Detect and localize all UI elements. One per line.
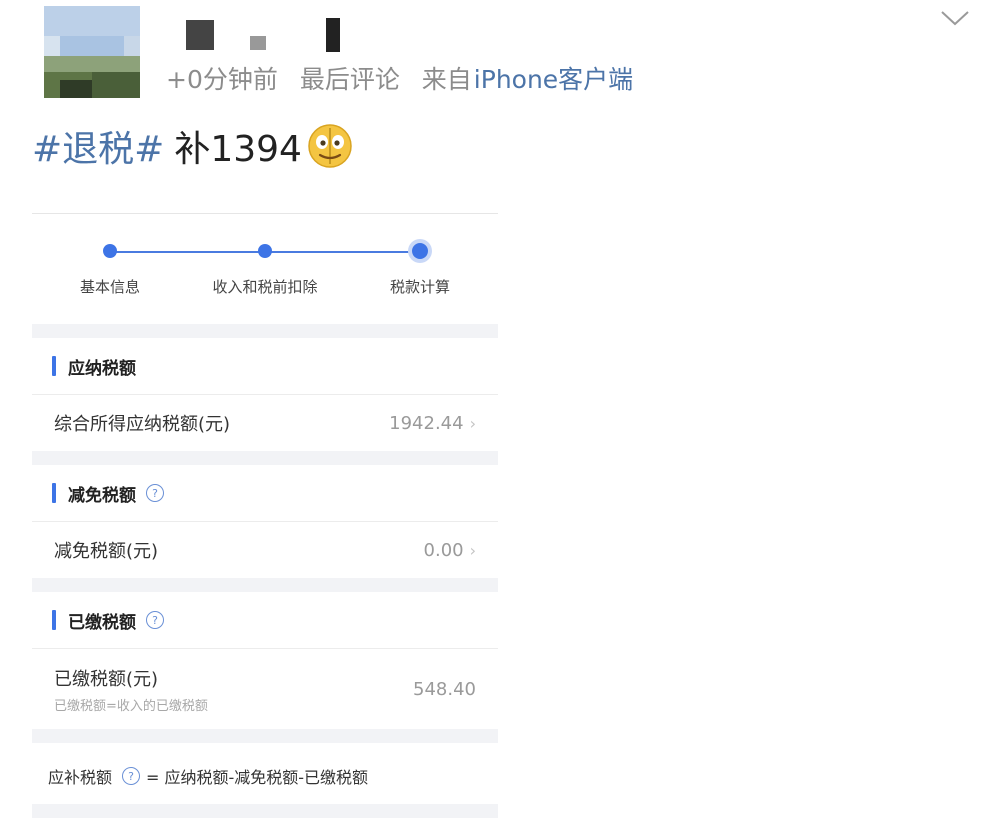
chevron-right-icon: ›: [469, 413, 476, 433]
post-edited: 最后评论: [299, 65, 400, 94]
reduction-amount: 0.00: [423, 539, 464, 561]
step-label-income: 收入和税前扣除: [212, 278, 318, 296]
post-time: +0分钟前: [166, 65, 278, 94]
avatar-field: [44, 56, 140, 72]
hashtag-link[interactable]: #退税#: [32, 120, 164, 172]
post-body: 补1394: [174, 129, 302, 170]
avatar-cloud-2: [124, 36, 140, 56]
name-block-2: [250, 36, 266, 50]
section-title-reduction: 减免税额 ?: [32, 465, 498, 521]
avatar-cloud: [44, 36, 60, 56]
step-dot-income[interactable]: [258, 244, 272, 258]
section-marker: [52, 356, 56, 376]
row-payable-tax[interactable]: 综合所得应纳税额(元) 1942.44 ›: [32, 395, 498, 451]
step-label-basic: 基本信息: [79, 278, 140, 296]
row-label: 减免税额(元): [54, 541, 159, 562]
section-title-paid: 已缴税额 ?: [32, 592, 498, 648]
section-title-text: 应纳税额: [68, 358, 136, 379]
chevron-down-icon[interactable]: [940, 8, 970, 28]
progress-steps: 基本信息 收入和税前扣除 税款计算: [32, 214, 498, 324]
row-paid: 已缴税额(元) 已缴税额=收入的已缴税额 548.40: [32, 649, 498, 729]
section-gap: [32, 578, 498, 592]
help-icon[interactable]: ?: [146, 611, 164, 629]
avatar-grass-2: [92, 72, 140, 98]
face-emoji-icon: [308, 124, 352, 168]
tax-app-screenshot: 基本信息 收入和税前扣除 税款计算 应纳税额 综合所得应纳税额(元) 1942.…: [32, 213, 498, 834]
section-gap: [32, 804, 498, 818]
avatar-sky-2: [60, 36, 124, 56]
source-prefix: 来自: [421, 65, 472, 94]
source-link[interactable]: iPhone客户端: [474, 65, 633, 94]
row-value: 548.40: [413, 679, 476, 700]
name-block-1: [186, 20, 214, 50]
post-meta: +0分钟前 最后评论 来自iPhone客户端: [166, 60, 647, 96]
formula-expr: = 应纳税额-减免税额-已缴税额: [146, 768, 369, 787]
row-sublabel: 已缴税额=收入的已缴税额: [54, 698, 208, 714]
row-label: 已缴税额(元): [54, 668, 159, 690]
avatar-dark: [60, 80, 92, 98]
chevron-right-icon: ›: [469, 540, 476, 560]
step-connector-2: [265, 251, 420, 253]
section-marker: [52, 483, 56, 503]
help-icon[interactable]: ?: [122, 767, 141, 785]
section-title-text: 已缴税额: [68, 612, 136, 633]
step-dot-calc[interactable]: [412, 243, 428, 259]
section-gap: [32, 729, 498, 743]
avatar[interactable]: [44, 6, 140, 98]
section-gap: [32, 451, 498, 465]
step-connector-1: [110, 251, 265, 253]
row-reduction[interactable]: 减免税额(元) 0.00 ›: [32, 522, 498, 578]
step-label-calc: 税款计算: [389, 278, 450, 296]
row-value: 0.00 ›: [424, 540, 476, 561]
section-gap: [32, 324, 498, 338]
row-paid-text: 已缴税额(元) 已缴税额=收入的已缴税额: [32, 665, 208, 714]
avatar-sky: [44, 6, 140, 36]
row-value: 1942.44 ›: [389, 413, 476, 434]
post-text: #退税# 补1394: [32, 120, 354, 172]
row-label: 综合所得应纳税额(元): [54, 414, 231, 435]
paid-amount: 548.40: [413, 678, 476, 700]
formula-row: 应补税额 ? = 应纳税额-减免税额-已缴税额: [48, 764, 368, 788]
section-title-payable: 应纳税额: [32, 338, 498, 394]
section-marker: [52, 610, 56, 630]
payable-amount: 1942.44: [389, 412, 464, 434]
step-dot-basic[interactable]: [103, 244, 117, 258]
formula-label: 应补税额: [48, 768, 113, 787]
help-icon[interactable]: ?: [146, 484, 164, 502]
section-title-text: 减免税额: [68, 485, 136, 506]
name-block-3: [326, 18, 340, 52]
